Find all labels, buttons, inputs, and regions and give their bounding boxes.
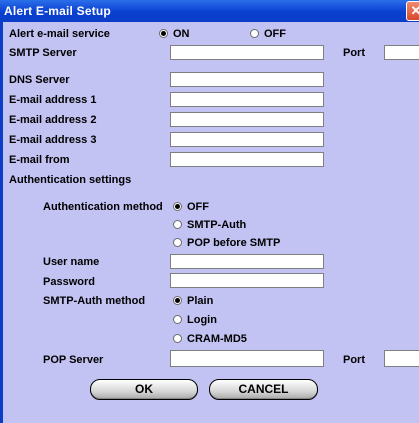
password-input[interactable]	[170, 273, 324, 288]
email1-input[interactable]	[170, 92, 324, 107]
pop-server-input[interactable]	[170, 350, 324, 367]
smtp-auth-login-label: Login	[187, 314, 217, 326]
close-icon[interactable]: ✕	[406, 1, 419, 21]
email2-input[interactable]	[170, 112, 324, 127]
smtp-server-label: SMTP Server	[9, 47, 77, 59]
email3-input[interactable]	[170, 132, 324, 147]
service-off-radio[interactable]: OFF	[250, 28, 286, 41]
email2-label: E-mail address 2	[9, 114, 97, 126]
pop-port-input[interactable]	[384, 350, 419, 367]
auth-off-radio[interactable]: OFF	[173, 201, 209, 214]
email3-label: E-mail address 3	[9, 134, 97, 146]
auth-smtp-label: SMTP-Auth	[187, 219, 247, 231]
pop-server-label: POP Server	[43, 354, 104, 366]
smtp-port-label: Port	[343, 47, 365, 59]
dns-server-label: DNS Server	[9, 74, 70, 86]
smtp-auth-plain-radio[interactable]: Plain	[173, 295, 213, 308]
radio-selected-icon	[159, 29, 168, 38]
smtp-server-input[interactable]	[170, 45, 324, 60]
radio-icon	[250, 29, 259, 38]
service-off-label: OFF	[264, 28, 286, 40]
dns-server-input[interactable]	[170, 72, 324, 87]
smtp-auth-cram-label: CRAM-MD5	[187, 333, 247, 345]
smtp-auth-login-radio[interactable]: Login	[173, 314, 217, 327]
auth-method-label: Authentication method	[43, 201, 163, 213]
email-from-label: E-mail from	[9, 154, 70, 166]
radio-icon	[173, 334, 182, 343]
title-bar: Alert E-mail Setup ✕	[0, 0, 419, 22]
radio-selected-icon	[173, 296, 182, 305]
auth-settings-heading: Authentication settings	[9, 174, 132, 186]
radio-icon	[173, 238, 182, 247]
smtp-auth-cram-radio[interactable]: CRAM-MD5	[173, 333, 247, 346]
alert-service-label: Alert e-mail service	[9, 28, 110, 40]
user-name-label: User name	[43, 256, 100, 268]
smtp-auth-method-label: SMTP-Auth method	[43, 295, 146, 307]
auth-pop-radio[interactable]: POP before SMTP	[173, 237, 280, 250]
ok-button[interactable]: OK	[90, 379, 198, 400]
service-on-radio[interactable]: ON	[159, 28, 190, 41]
password-label: Password	[43, 276, 95, 288]
pop-port-label: Port	[343, 354, 365, 366]
window-frame	[0, 22, 3, 423]
window-title: Alert E-mail Setup	[4, 4, 111, 18]
user-name-input[interactable]	[170, 254, 324, 269]
radio-selected-icon	[173, 202, 182, 211]
auth-smtp-radio[interactable]: SMTP-Auth	[173, 219, 246, 232]
email-from-input[interactable]	[170, 152, 324, 167]
email1-label: E-mail address 1	[9, 94, 97, 106]
radio-icon	[173, 220, 182, 229]
auth-off-label: OFF	[187, 201, 209, 213]
cancel-button[interactable]: CANCEL	[209, 379, 318, 400]
smtp-port-input[interactable]	[384, 45, 419, 60]
radio-icon	[173, 315, 182, 324]
smtp-auth-plain-label: Plain	[187, 295, 214, 307]
service-on-label: ON	[173, 28, 190, 40]
auth-pop-label: POP before SMTP	[187, 237, 281, 249]
